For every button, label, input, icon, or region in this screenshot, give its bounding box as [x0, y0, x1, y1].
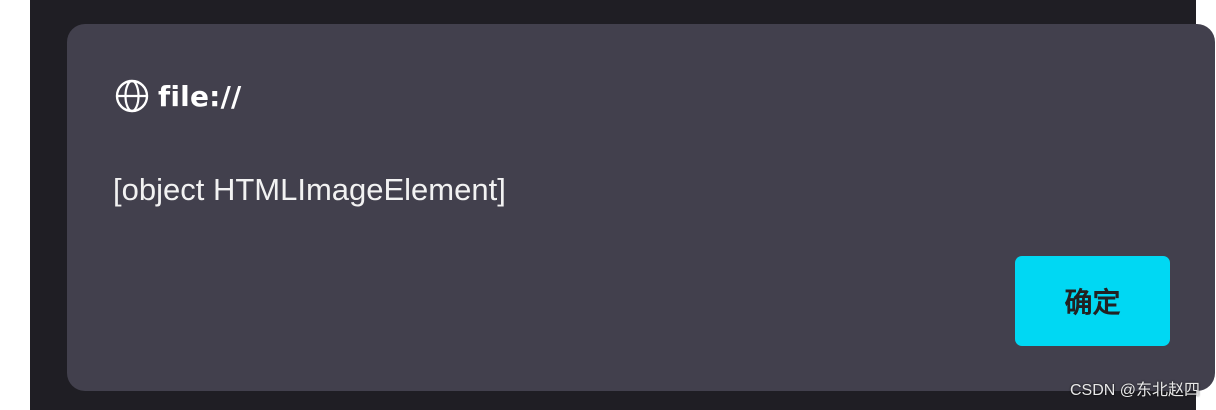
globe-icon — [115, 79, 149, 113]
watermark: CSDN @东北赵四 — [1069, 382, 1200, 399]
page-backdrop: file:// [object HTMLImageElement] 确定 — [30, 0, 1215, 410]
alert-dialog: file:// [object HTMLImageElement] 确定 — [67, 24, 1215, 391]
dialog-header: file:// — [114, 76, 241, 116]
dialog-message: [object HTMLImageElement] — [113, 172, 506, 207]
dialog-origin: file:// — [158, 79, 242, 113]
ok-button[interactable]: 确定 — [1015, 256, 1170, 346]
